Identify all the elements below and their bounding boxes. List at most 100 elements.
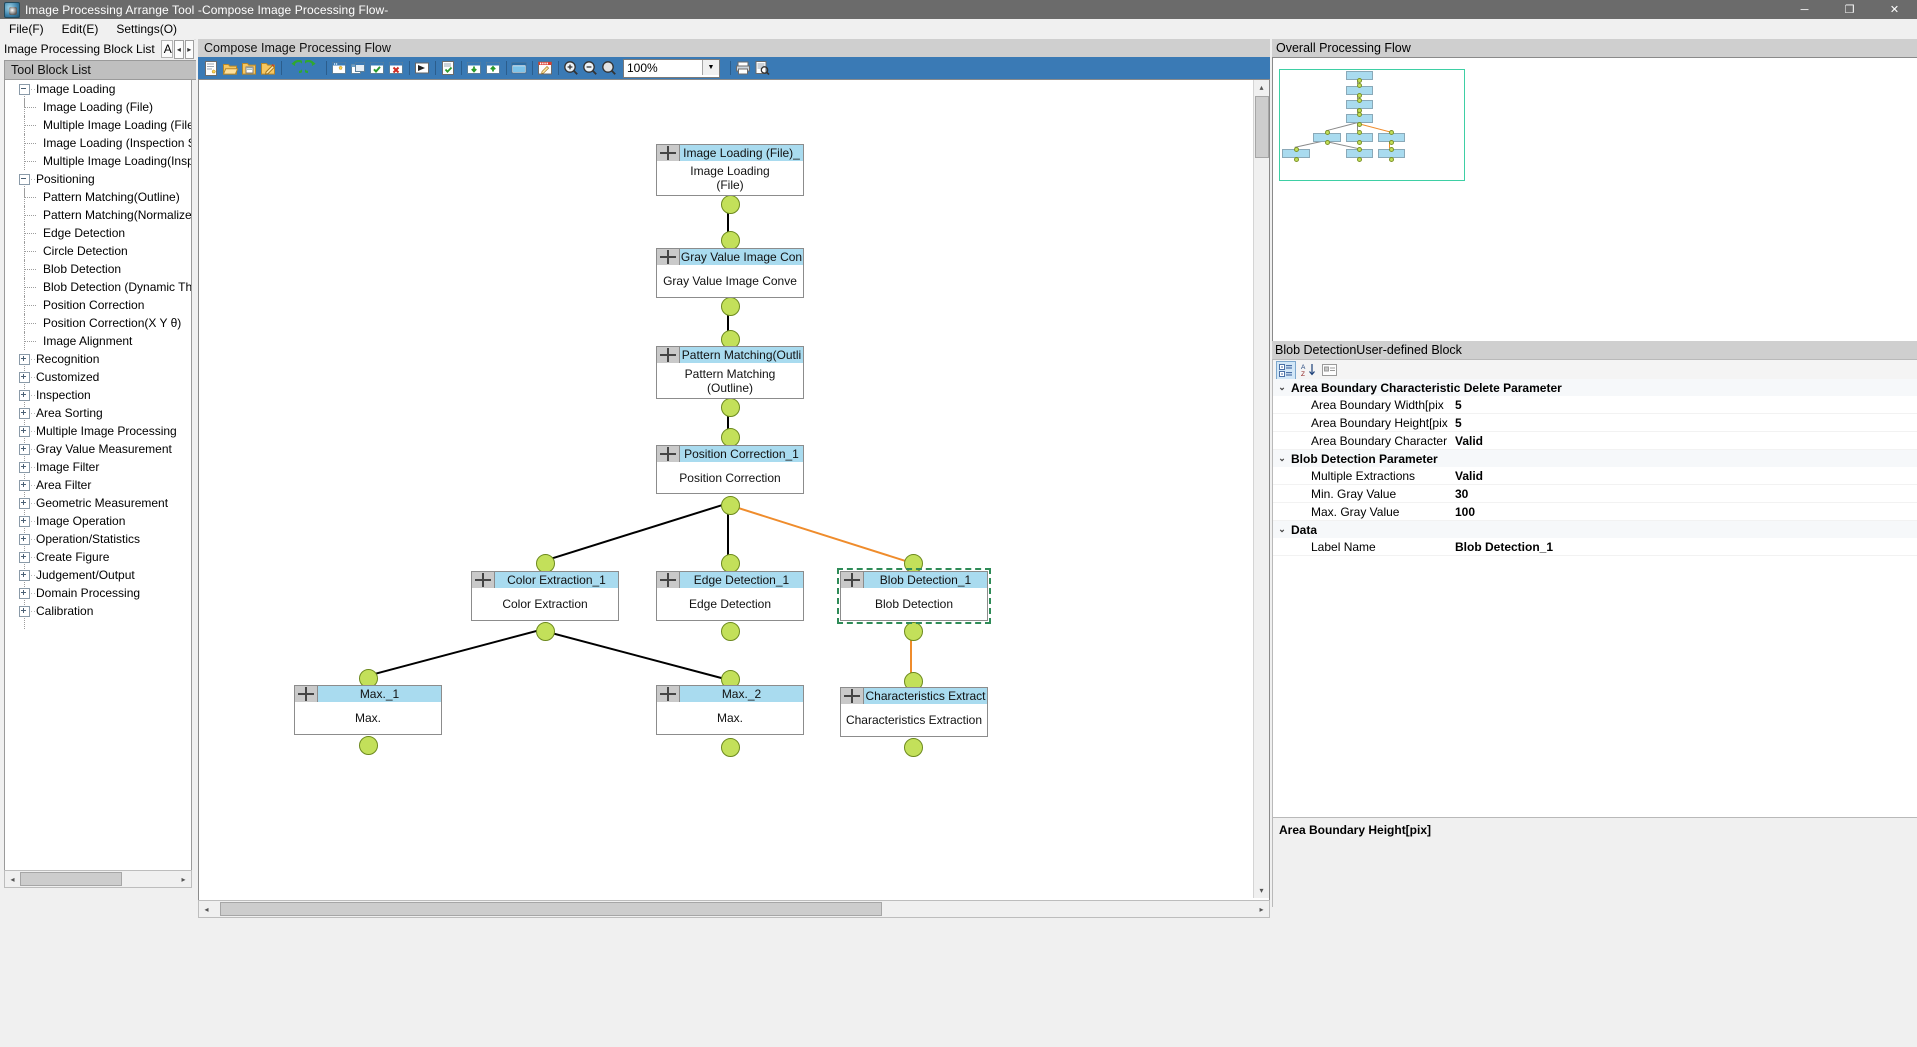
maximize-button[interactable]: ❐ bbox=[1827, 0, 1872, 19]
tree-item[interactable]: Image Alignment bbox=[5, 332, 191, 350]
tree-item[interactable]: Image Loading (Inspection S bbox=[5, 134, 191, 152]
chevron-down-icon[interactable]: ⌄ bbox=[1273, 453, 1291, 464]
move-handle-icon[interactable] bbox=[841, 572, 864, 588]
property-value[interactable]: Valid bbox=[1451, 469, 1917, 483]
alphabetical-sort-icon[interactable]: A Z bbox=[1299, 362, 1317, 379]
expand-icon[interactable] bbox=[19, 588, 30, 599]
property-value[interactable]: 100 bbox=[1451, 505, 1917, 519]
flow-node[interactable]: Max._1 Max. bbox=[294, 685, 442, 735]
canvas-scroll-left-icon[interactable]: ◂ bbox=[199, 901, 214, 917]
property-group-row[interactable]: ⌄ Area Boundary Characteristic Delete Par… bbox=[1273, 379, 1917, 396]
minimize-button[interactable]: ─ bbox=[1782, 0, 1827, 19]
zoom-level-select[interactable]: 100% ▼ bbox=[623, 58, 720, 78]
flow-port[interactable] bbox=[721, 297, 740, 316]
flow-node[interactable]: Color Extraction_1 Color Extraction bbox=[471, 571, 619, 621]
property-pages-icon[interactable] bbox=[1320, 362, 1338, 379]
expand-icon[interactable] bbox=[19, 516, 30, 527]
property-grid[interactable]: ⌄ Area Boundary Characteristic Delete Par… bbox=[1272, 379, 1917, 818]
chevron-down-icon[interactable]: ⌄ bbox=[1273, 382, 1291, 393]
validate-icon[interactable] bbox=[439, 59, 457, 77]
close-button[interactable]: ✕ bbox=[1872, 0, 1917, 19]
flow-port[interactable] bbox=[359, 736, 378, 755]
edit-properties-icon[interactable] bbox=[536, 59, 554, 77]
scroll-up-icon[interactable]: ▴ bbox=[1254, 80, 1269, 95]
menu-file[interactable]: File(F) bbox=[0, 20, 53, 38]
property-row[interactable]: Area Boundary Width[pix 5 bbox=[1273, 396, 1917, 414]
flow-node-header[interactable]: Max._2 bbox=[657, 686, 803, 702]
flow-connector[interactable] bbox=[366, 628, 544, 677]
overview-viewport-box[interactable] bbox=[1279, 69, 1465, 181]
flow-port[interactable] bbox=[536, 622, 555, 641]
flow-port[interactable] bbox=[721, 738, 740, 757]
export-icon[interactable] bbox=[484, 59, 502, 77]
print-icon[interactable] bbox=[734, 59, 752, 77]
tree-item[interactable]: ·· Image Operation bbox=[5, 512, 191, 539]
expand-icon[interactable] bbox=[19, 444, 30, 455]
flow-node-header[interactable]: Edge Detection_1 bbox=[657, 572, 803, 588]
flow-port[interactable] bbox=[904, 622, 923, 641]
add-block-icon[interactable] bbox=[330, 59, 348, 77]
tab-arrange[interactable]: Ar bbox=[160, 40, 174, 58]
menu-edit[interactable]: Edit(E) bbox=[53, 20, 108, 38]
flow-connector[interactable] bbox=[728, 504, 912, 564]
enable-block-icon[interactable] bbox=[368, 59, 386, 77]
scroll-left-icon[interactable]: ◂ bbox=[5, 872, 20, 886]
tab-next-button[interactable]: ▸ bbox=[184, 39, 194, 59]
property-group-row[interactable]: ⌄ Data bbox=[1273, 521, 1917, 538]
property-value[interactable]: 5 bbox=[1451, 398, 1917, 412]
move-handle-icon[interactable] bbox=[657, 446, 680, 462]
tool-block-tree[interactable]: ·· Image Loading Image Loading (File) Multi… bbox=[4, 80, 192, 871]
tree-item[interactable]: Edge Detection bbox=[5, 224, 191, 242]
property-value[interactable]: Valid bbox=[1451, 434, 1917, 448]
flow-node[interactable]: Gray Value Image Con Gray Value Image Con… bbox=[656, 248, 804, 298]
tree-item[interactable]: ·· Calibration bbox=[5, 602, 191, 629]
property-row[interactable]: Label Name Blob Detection_1 bbox=[1273, 538, 1917, 556]
flow-node-header[interactable]: Gray Value Image Con bbox=[657, 249, 803, 265]
canvas-scroll-right-icon[interactable]: ▸ bbox=[1254, 901, 1269, 917]
undo-icon[interactable] bbox=[285, 59, 303, 77]
tree-item[interactable]: ·· Customized bbox=[5, 368, 191, 395]
expand-icon[interactable] bbox=[19, 462, 30, 473]
tree-item[interactable]: Circle Detection bbox=[5, 242, 191, 260]
move-handle-icon[interactable] bbox=[657, 686, 680, 702]
tree-item[interactable]: ·· Multiple Image Processing bbox=[5, 422, 191, 449]
property-row[interactable]: Area Boundary Character Valid bbox=[1273, 432, 1917, 450]
scroll-thumb[interactable] bbox=[20, 872, 122, 886]
flow-node[interactable]: Position Correction_1 Position Correction bbox=[656, 445, 804, 494]
redo-icon[interactable] bbox=[304, 59, 322, 77]
flow-node[interactable]: Pattern Matching(Outli Pattern Matching (O… bbox=[656, 346, 804, 399]
flow-node[interactable]: Characteristics Extract Characteristics E… bbox=[840, 687, 988, 737]
expand-icon[interactable] bbox=[19, 390, 30, 401]
tree-item[interactable]: Position Correction(X Y θ) bbox=[5, 314, 191, 332]
overall-flow-thumbnail[interactable] bbox=[1272, 57, 1917, 342]
flow-port[interactable] bbox=[721, 622, 740, 641]
run-icon[interactable] bbox=[413, 59, 431, 77]
expand-icon[interactable] bbox=[19, 498, 30, 509]
tree-item[interactable]: ·· Area Sorting bbox=[5, 404, 191, 431]
import-icon[interactable] bbox=[465, 59, 483, 77]
flow-node-header[interactable]: Position Correction_1 bbox=[657, 446, 803, 462]
expand-icon[interactable] bbox=[19, 606, 30, 617]
canvas-horizontal-scrollbar[interactable]: ◂ ▸ bbox=[198, 900, 1270, 918]
flow-node-header[interactable]: Image Loading (File)_ bbox=[657, 145, 803, 161]
fullscreen-icon[interactable] bbox=[510, 59, 528, 77]
expand-icon[interactable] bbox=[19, 426, 30, 437]
flow-port[interactable] bbox=[721, 496, 740, 515]
flow-port[interactable] bbox=[904, 738, 923, 757]
tree-item[interactable]: ·· Positioning bbox=[5, 170, 191, 197]
hscroll-thumb[interactable] bbox=[220, 902, 882, 916]
expand-icon[interactable] bbox=[19, 354, 30, 365]
tree-item[interactable]: ·· Judgement/Output bbox=[5, 566, 191, 593]
vscroll-thumb[interactable] bbox=[1255, 96, 1269, 158]
property-row[interactable]: Min. Gray Value 30 bbox=[1273, 485, 1917, 503]
left-horizontal-scrollbar[interactable]: ◂ ▸ bbox=[4, 870, 192, 888]
tree-item[interactable]: ·· Inspection bbox=[5, 386, 191, 413]
flow-node[interactable]: Blob Detection_1 Blob Detection bbox=[837, 568, 991, 624]
property-value[interactable]: 5 bbox=[1451, 416, 1917, 430]
canvas-vertical-scrollbar[interactable]: ▴ ▾ bbox=[1253, 80, 1269, 898]
delete-block-icon[interactable] bbox=[387, 59, 405, 77]
flow-node-header[interactable]: Pattern Matching(Outli bbox=[657, 347, 803, 363]
tab-prev-button[interactable]: ◂ bbox=[174, 39, 184, 59]
tree-item[interactable]: ·· Recognition bbox=[5, 350, 191, 377]
collapse-icon[interactable] bbox=[19, 84, 30, 95]
